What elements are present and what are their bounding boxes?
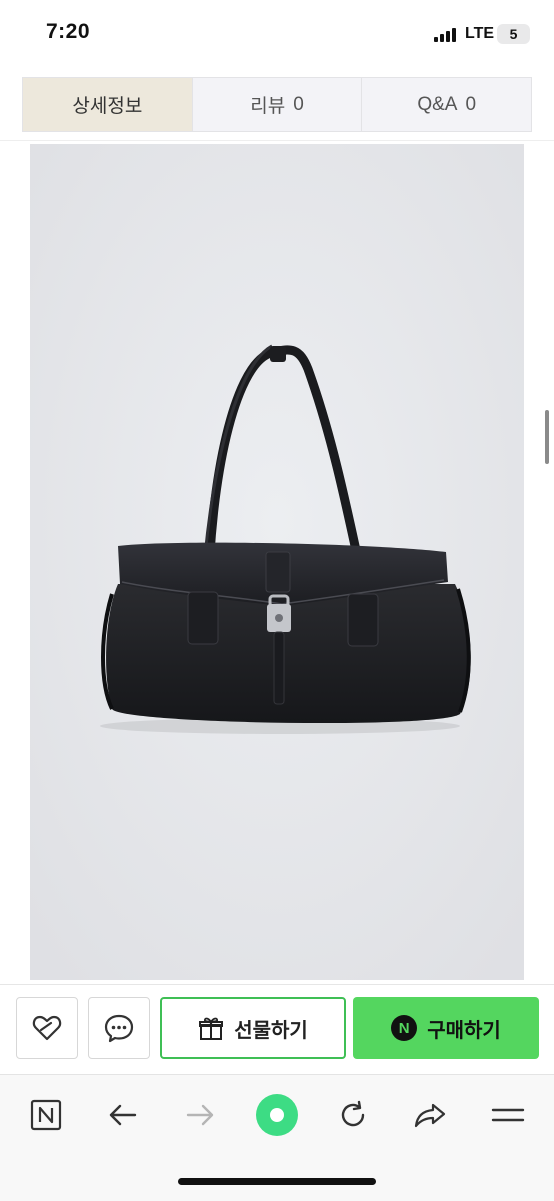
gift-button[interactable]: 선물하기	[160, 997, 346, 1059]
chat-bubble-icon	[104, 1014, 134, 1043]
network-label: LTE	[465, 25, 495, 42]
purchase-bar: 선물하기 N 구매하기	[0, 984, 554, 1071]
tab-qna[interactable]: Q&A 0	[362, 78, 532, 131]
green-dot-icon	[256, 1094, 298, 1136]
back-button[interactable]	[101, 1093, 145, 1137]
naver-n-icon	[30, 1099, 62, 1131]
back-arrow-icon	[109, 1104, 137, 1126]
battery-indicator: 5	[497, 24, 530, 44]
menu-icon	[491, 1108, 525, 1122]
product-tabs: 상세정보 리뷰 0 Q&A 0	[22, 77, 532, 132]
home-indicator[interactable]	[178, 1178, 376, 1185]
buy-label: 구매하기	[427, 1019, 501, 1042]
divider	[0, 140, 554, 141]
naver-pay-icon: N	[391, 1015, 418, 1041]
tab-count: 0	[293, 93, 304, 115]
status-bar: 7:20 LTE 5	[0, 0, 554, 70]
reload-button[interactable]	[331, 1093, 375, 1137]
buy-button[interactable]: N 구매하기	[353, 997, 539, 1059]
forward-button[interactable]	[178, 1093, 222, 1137]
wish-button[interactable]	[16, 997, 78, 1059]
gift-icon	[199, 1017, 224, 1040]
heart-icon	[32, 1015, 62, 1041]
share-icon	[414, 1103, 446, 1128]
talk-button[interactable]	[88, 997, 150, 1059]
gift-label: 선물하기	[234, 1019, 308, 1042]
naver-home-button[interactable]	[24, 1093, 68, 1137]
tab-count: 0	[465, 93, 477, 115]
cellular-signal-icon	[434, 28, 460, 42]
share-button[interactable]	[408, 1093, 452, 1137]
reload-icon	[341, 1100, 365, 1127]
tab-reviews[interactable]: 리뷰 0	[192, 78, 363, 131]
tab-label: Q&A	[417, 93, 458, 115]
menu-button[interactable]	[486, 1093, 530, 1137]
tab-label: 상세정보	[72, 96, 143, 117]
green-dot-button[interactable]	[255, 1093, 299, 1137]
status-time: 7:20	[46, 20, 91, 43]
tab-details[interactable]: 상세정보	[23, 78, 193, 131]
forward-arrow-icon	[186, 1104, 214, 1126]
bag-illustration	[30, 144, 524, 980]
product-image	[30, 144, 524, 980]
scrollbar[interactable]	[545, 410, 549, 464]
tab-label: 리뷰	[250, 96, 286, 117]
